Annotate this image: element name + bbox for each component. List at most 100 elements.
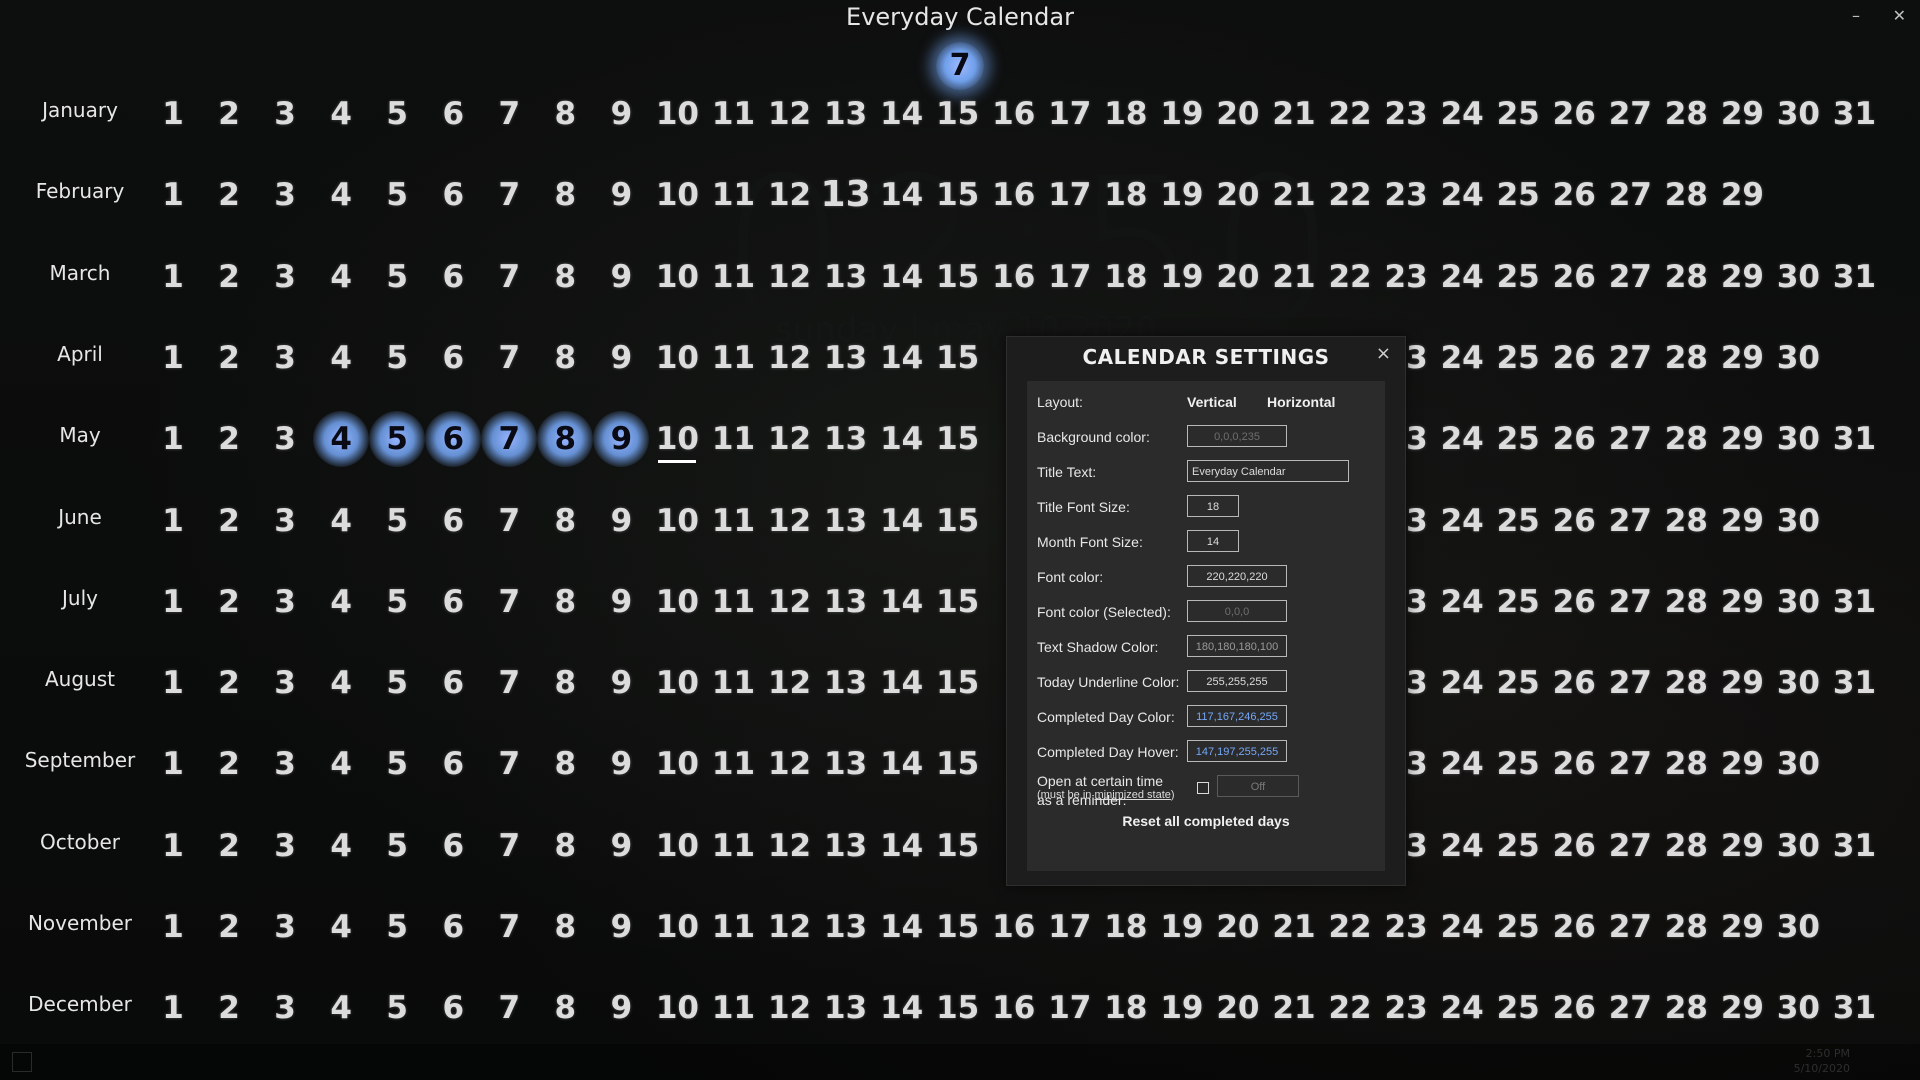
day-cell[interactable]: 14 [874,330,930,386]
day-cell[interactable]: 7 [481,493,537,549]
day-cell[interactable]: 27 [1602,493,1658,549]
day-cell[interactable]: 6 [425,818,481,874]
day-cell[interactable]: 28 [1658,167,1714,223]
day-cell[interactable]: 11 [706,899,762,955]
day-cell[interactable]: 7 [481,899,537,955]
day-cell[interactable]: 1 [145,818,201,874]
day-cell[interactable]: 31 [1827,411,1883,467]
day-cell[interactable]: 13 [818,980,874,1036]
day-cell[interactable]: 2 [201,574,257,630]
day-cell[interactable]: 9 [593,330,649,386]
day-cell[interactable]: 19 [1154,167,1210,223]
day-cell[interactable]: 5 [369,86,425,142]
day-cell[interactable]: 29 [1714,655,1770,711]
day-cell[interactable]: 20 [1210,249,1266,305]
day-cell[interactable]: 21 [1266,899,1322,955]
day-cell[interactable]: 25 [1490,736,1546,792]
day-cell[interactable]: 5 [369,655,425,711]
day-cell[interactable]: 17 [1042,167,1098,223]
day-cell[interactable]: 16 [986,980,1042,1036]
day-cell[interactable]: 28 [1658,818,1714,874]
title-text-input[interactable]: Everyday Calendar [1187,460,1349,482]
day-cell[interactable]: 19 [1154,899,1210,955]
day-cell[interactable]: 8 [537,330,593,386]
day-cell[interactable]: 20 [1210,980,1266,1036]
day-cell[interactable]: 13 [818,655,874,711]
day-cell[interactable]: 1 [145,86,201,142]
day-cell[interactable]: 1 [145,655,201,711]
day-cell[interactable]: 26 [1546,818,1602,874]
day-cell[interactable]: 1 [145,330,201,386]
day-cell[interactable]: 3 [257,899,313,955]
day-cell[interactable]: 2 [201,980,257,1036]
day-cell[interactable]: 15 [930,493,986,549]
day-cell[interactable]: 3 [257,167,313,223]
day-cell[interactable]: 9 [593,86,649,142]
day-cell[interactable]: 19 [1154,86,1210,142]
day-cell[interactable]: 9 [593,899,649,955]
layout-horizontal-option[interactable]: Horizontal [1267,394,1335,410]
day-cell[interactable]: 25 [1490,167,1546,223]
day-cell[interactable]: 2 [201,818,257,874]
day-cell[interactable]: 4 [313,493,369,549]
text-shadow-input[interactable]: 180,180,180,100 [1187,635,1287,657]
day-cell[interactable]: 1 [145,493,201,549]
day-cell[interactable]: 1 [145,574,201,630]
day-cell[interactable]: 6 [425,493,481,549]
day-cell[interactable]: 9 [593,411,650,468]
day-cell[interactable]: 25 [1490,655,1546,711]
day-cell[interactable]: 17 [1042,249,1098,305]
day-cell[interactable]: 3 [257,330,313,386]
day-cell[interactable]: 1 [145,249,201,305]
day-cell[interactable]: 12 [762,980,818,1036]
day-cell[interactable]: 8 [537,899,593,955]
reset-completed-days-button[interactable]: Reset all completed days [1027,813,1385,829]
day-cell[interactable]: 30 [1770,899,1826,955]
day-cell[interactable]: 26 [1546,655,1602,711]
day-cell[interactable]: 25 [1490,249,1546,305]
windows-start-icon[interactable] [12,1052,32,1072]
day-cell[interactable]: 4 [313,899,369,955]
day-cell[interactable]: 20 [1210,167,1266,223]
day-cell[interactable]: 28 [1658,899,1714,955]
day-cell[interactable]: 29 [1714,330,1770,386]
day-cell[interactable]: 2 [201,493,257,549]
day-cell[interactable]: 28 [1658,249,1714,305]
day-cell[interactable]: 15 [930,411,986,467]
day-cell[interactable]: 12 [762,818,818,874]
day-cell[interactable]: 18 [1098,249,1154,305]
day-cell[interactable]: 21 [1266,980,1322,1036]
day-cell[interactable]: 10 [649,249,705,305]
day-cell[interactable]: 10 [649,86,705,142]
day-cell[interactable]: 3 [257,249,313,305]
day-cell[interactable]: 19 [1154,980,1210,1036]
day-cell[interactable]: 17 [1042,86,1098,142]
day-cell[interactable]: 11 [706,249,762,305]
day-cell[interactable]: 28 [1658,86,1714,142]
day-cell[interactable]: 11 [706,493,762,549]
day-cell[interactable]: 9 [593,818,649,874]
day-cell[interactable]: 28 [1658,655,1714,711]
day-cell[interactable]: 15 [930,330,986,386]
day-cell[interactable]: 9 [593,736,649,792]
day-cell[interactable]: 22 [1322,167,1378,223]
day-cell[interactable]: 22 [1322,86,1378,142]
day-cell[interactable]: 4 [313,736,369,792]
day-cell[interactable]: 13 [818,818,874,874]
day-cell[interactable]: 10 [649,411,705,467]
day-cell[interactable]: 4 [313,411,370,468]
day-cell[interactable]: 8 [537,818,593,874]
day-cell[interactable]: 12 [762,493,818,549]
day-cell[interactable]: 29 [1714,818,1770,874]
day-cell[interactable]: 31 [1827,574,1883,630]
day-cell[interactable]: 24 [1434,86,1490,142]
day-cell[interactable]: 15 [930,736,986,792]
day-cell[interactable]: 14 [874,736,930,792]
day-cell[interactable]: 26 [1546,899,1602,955]
day-cell[interactable]: 30 [1770,980,1826,1036]
day-cell[interactable]: 9 [593,574,649,630]
day-cell[interactable]: 8 [537,411,594,468]
day-cell[interactable]: 29 [1714,86,1770,142]
reminder-checkbox[interactable] [1197,782,1209,794]
day-cell[interactable]: 24 [1434,980,1490,1036]
